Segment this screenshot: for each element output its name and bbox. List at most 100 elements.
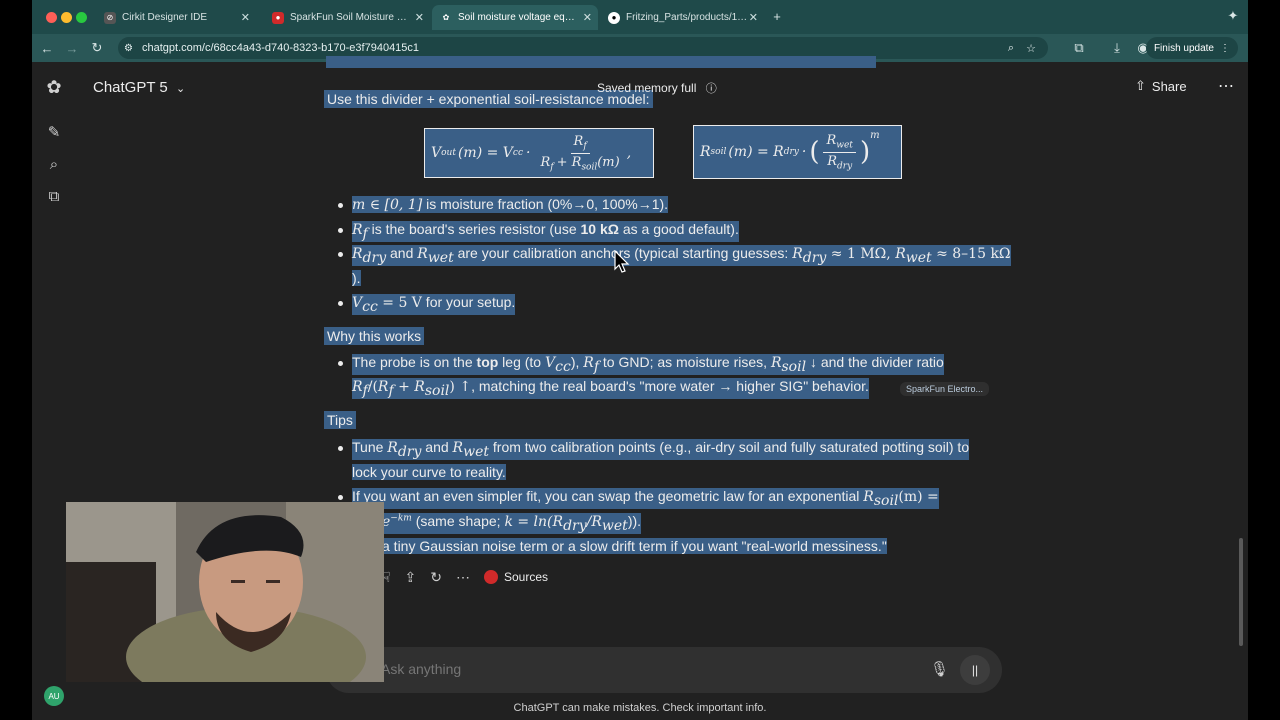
eq-fraction: Rf Rf + Rsoil(m) xyxy=(537,134,622,172)
math-subscript: cc xyxy=(555,358,571,375)
finish-update-button[interactable]: Finish update ⋮ xyxy=(1145,37,1238,59)
tip-1-line-1: Tune Rdry and Rwet from two calibration … xyxy=(352,439,970,460)
clipped-previous-line xyxy=(326,56,876,68)
bold-text: top xyxy=(476,354,499,370)
url-text: chatgpt.com/c/68cc4a43-d740-8323-b170-e3… xyxy=(142,42,420,54)
equation-rsoil: Rsoil (m) = Rdry · ( Rwet Rdry ) m xyxy=(693,125,902,179)
tab-chatgpt[interactable]: ✿ Soil moisture voltage equatio ✕ xyxy=(432,5,598,30)
bullet-text: leg (to xyxy=(498,354,545,370)
regenerate-icon[interactable]: ↻ xyxy=(430,569,442,586)
bullet-dot xyxy=(338,228,343,233)
bullet-vcc: Vcc = 5 V for your setup. xyxy=(352,294,516,315)
forward-arrow-icon[interactable]: → xyxy=(61,38,83,58)
info-icon[interactable]: ⓘ xyxy=(706,83,717,95)
prompt-input[interactable] xyxy=(381,661,881,677)
math-inline: R xyxy=(770,355,782,371)
maximize-window-button[interactable] xyxy=(76,12,87,23)
tab-sparkfun[interactable]: ● SparkFun Soil Moisture Sens ✕ xyxy=(264,5,430,30)
bullet-text: , matching the real board's "more water … xyxy=(471,378,869,394)
bullet-dot xyxy=(338,495,343,500)
tab-github[interactable]: ● Fritzing_Parts/products/1332 ✕ xyxy=(600,5,764,30)
bullet-calibration-anchors: Rdry and Rwet are your calibration ancho… xyxy=(352,245,1011,266)
bullet-text: The probe is on the xyxy=(352,354,477,370)
zoom-icon[interactable]: ⌕ xyxy=(1008,42,1014,55)
download-icon[interactable]: ⤓ xyxy=(1106,38,1128,58)
share-message-icon[interactable]: ⇪ xyxy=(405,569,417,586)
close-tab-icon[interactable]: ✕ xyxy=(749,11,758,24)
math-inline: R xyxy=(863,489,874,505)
why-heading: Why this works xyxy=(324,327,425,345)
reload-icon[interactable]: ↻ xyxy=(86,38,108,58)
bullet-dot xyxy=(338,301,343,306)
microphone-icon[interactable]: 🎙 xyxy=(930,660,949,678)
back-arrow-icon[interactable]: ← xyxy=(36,38,58,58)
math-inline: R xyxy=(452,440,464,456)
math-inline: k = ln(R xyxy=(504,514,564,530)
math-subscript: wet xyxy=(601,517,628,534)
sources-button[interactable]: Sources xyxy=(484,570,548,584)
kebab-menu-icon: ⋮ xyxy=(1220,42,1230,54)
new-tab-button[interactable]: + xyxy=(766,6,788,26)
bullet-text: ), xyxy=(570,354,584,370)
bullet-text: and xyxy=(421,439,453,455)
eq-subscript: soil xyxy=(581,162,598,173)
sparkfun-icon: ● xyxy=(272,11,284,24)
bold-text: 10 kΩ xyxy=(580,221,619,237)
gemini-sparkle-icon[interactable]: ✦ xyxy=(1222,6,1244,26)
why-line-2: Rf/(Rf + Rsoil) ↑, matching the real boa… xyxy=(352,378,869,399)
math-subscript: dry xyxy=(362,249,387,266)
close-tab-icon[interactable]: ✕ xyxy=(241,11,250,24)
bookmark-star-icon[interactable]: ☆ xyxy=(1026,42,1036,55)
close-tab-icon[interactable]: ✕ xyxy=(583,11,592,24)
close-window-button[interactable] xyxy=(46,12,57,23)
bullet-text: to GND; as moisture rises, xyxy=(599,354,771,370)
tips-heading: Tips xyxy=(324,411,356,429)
eq-symbol: (m) = R xyxy=(728,144,784,160)
share-button[interactable]: ⇧ Share xyxy=(1135,78,1187,94)
bullet-text: for your setup. xyxy=(421,294,516,310)
github-icon: ● xyxy=(608,11,620,24)
bullet-dot xyxy=(338,446,343,451)
cast-icon[interactable]: ⧉ xyxy=(1068,38,1090,58)
eq-subscript: dry xyxy=(783,147,799,157)
math-inline: V xyxy=(352,295,363,311)
math-subscript: dry xyxy=(563,517,587,534)
more-options-icon[interactable]: ⋯ xyxy=(456,569,470,586)
eq-symbol: R xyxy=(573,133,584,149)
voice-mode-icon[interactable]: || xyxy=(960,655,990,685)
tip-2-line-2: e−km (same shape; k = ln(Rdry/Rwet)). xyxy=(382,513,642,534)
bullet-text: as a good default). xyxy=(618,221,739,237)
bullet-text: (same shape; xyxy=(411,513,505,529)
message-actions: ☟ ⇪ ↻ ⋯ Sources xyxy=(382,567,548,587)
math-subscript: cc xyxy=(362,298,378,315)
math-inline: ≈ 1 MΩ, xyxy=(826,246,896,262)
cirkit-icon: ⊘ xyxy=(104,11,116,24)
tip-1-line-2: lock your curve to reality. xyxy=(352,464,506,480)
math-inline: R xyxy=(895,246,906,262)
upload-icon: ⇧ xyxy=(1135,78,1146,93)
eq-subscript: f xyxy=(550,162,554,173)
eq-symbol: + R xyxy=(556,154,582,170)
tip-2-line-1: If you want an even simpler fit, you can… xyxy=(352,488,939,509)
mouse-cursor-icon xyxy=(614,250,630,273)
math-inline: + xyxy=(393,379,415,395)
math-inline: /( xyxy=(367,379,378,395)
scrollbar[interactable] xyxy=(1239,538,1243,646)
close-tab-icon[interactable]: ✕ xyxy=(415,11,424,24)
math-inline: R xyxy=(414,379,425,395)
math-inline: R xyxy=(352,379,363,395)
sources-label: Sources xyxy=(504,570,549,584)
tab-cirkit[interactable]: ⊘ Cirkit Designer IDE ✕ xyxy=(96,5,256,30)
eq-subscript: soil xyxy=(710,147,727,157)
math-subscript: wet xyxy=(463,443,489,460)
memory-status: Saved memory full ⓘ xyxy=(597,80,717,96)
site-info-icon[interactable]: ⚙ xyxy=(124,43,133,54)
bullet-dot xyxy=(338,252,343,257)
eq-subscript: f xyxy=(583,141,587,152)
math-exponent: −km xyxy=(390,513,412,524)
more-menu-icon[interactable]: ⋯ xyxy=(1218,76,1234,96)
source-citation-chip[interactable]: SparkFun Electro... xyxy=(900,382,990,396)
bullet-text: from two calibration points (e.g., air-d… xyxy=(489,439,970,455)
minimize-window-button[interactable] xyxy=(61,12,72,23)
avatar[interactable]: AU xyxy=(44,686,64,706)
